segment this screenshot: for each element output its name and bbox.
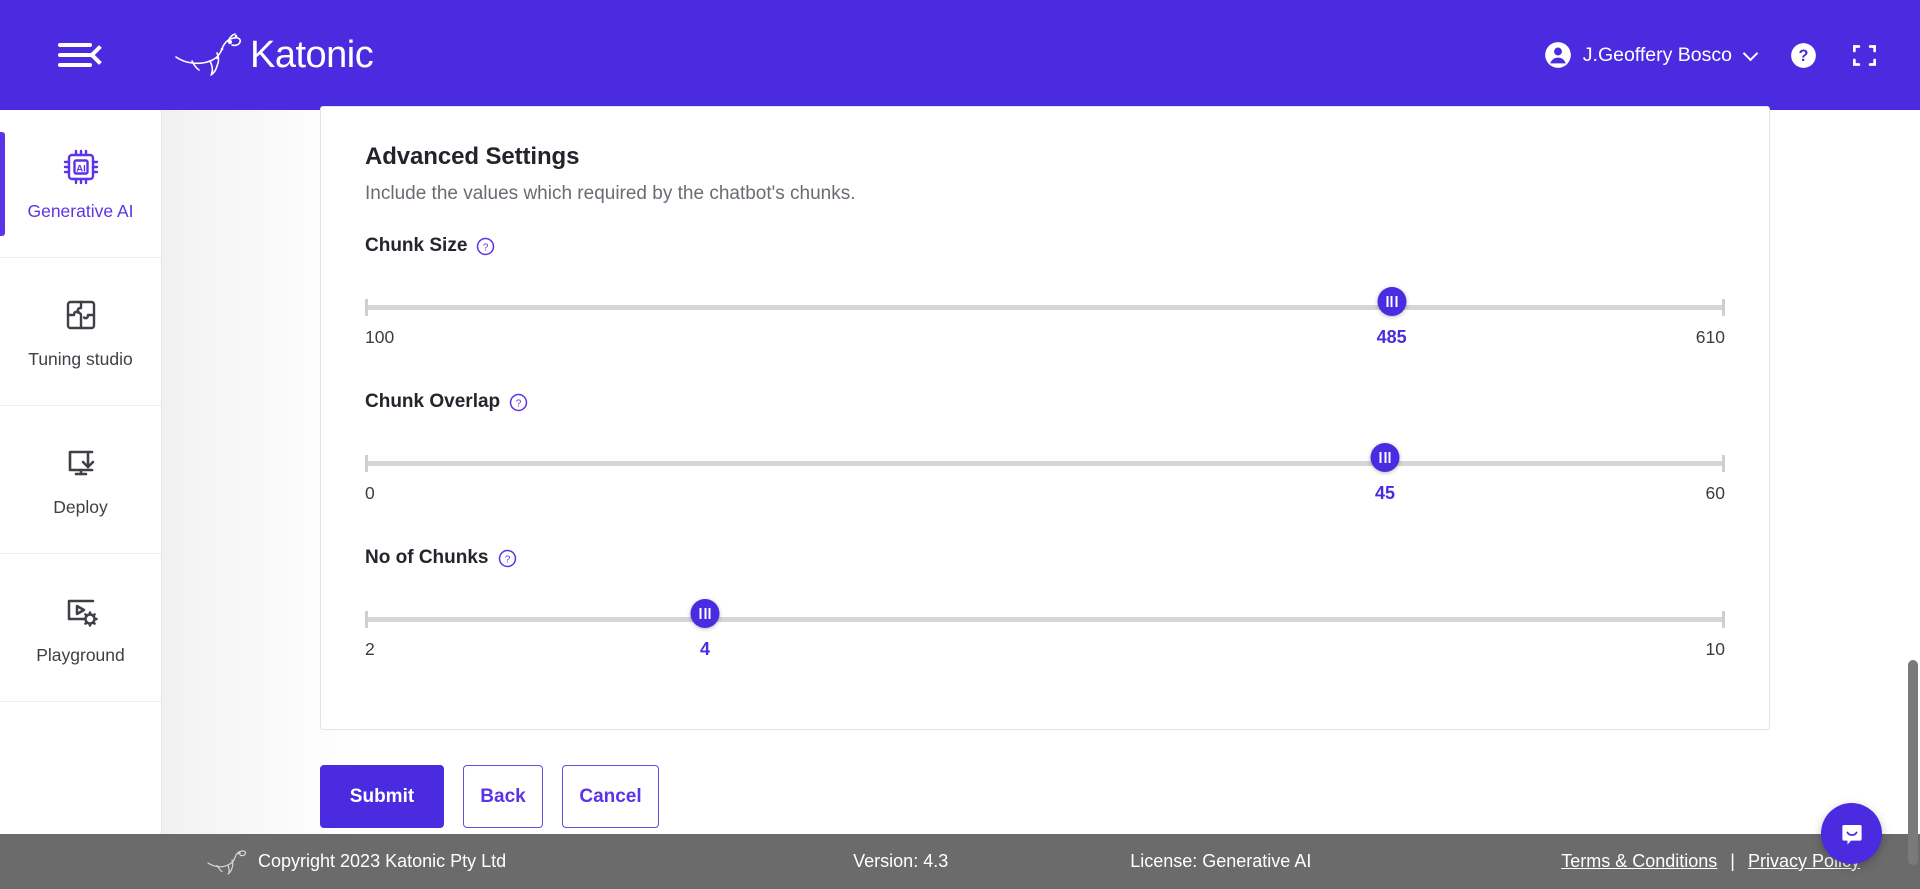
grip-line	[699, 608, 702, 619]
slider-thumb[interactable]	[690, 599, 720, 628]
slider-tick-min	[365, 299, 368, 316]
user-name-label: J.Geoffery Bosco	[1582, 43, 1732, 66]
field-label-row: Chunk Overlap ?	[365, 391, 1725, 413]
brand-logo[interactable]: Katonic	[172, 31, 374, 79]
slider-value-label: 4	[699, 639, 711, 659]
page-scrollbar-thumb[interactable]	[1908, 660, 1918, 865]
grip-line	[708, 608, 711, 619]
footer-copyright: Copyright 2023 Katonic Pty Ltd	[258, 851, 507, 871]
slider-value-label: 485	[1376, 327, 1407, 347]
field-label: No of Chunks	[365, 547, 489, 568]
sidebar-item-deploy[interactable]: Deploy	[0, 406, 161, 554]
help-question-icon[interactable]: ?	[476, 237, 495, 256]
advanced-settings-card: Advanced Settings Include the values whi…	[320, 106, 1770, 730]
sidebar: AI Generative AI Tuning studio Deploy Pl…	[0, 110, 162, 889]
slider-tick-min	[365, 611, 368, 628]
slider-value-label: 45	[1374, 483, 1396, 503]
slider-chunk-overlap[interactable]: 0 60 45	[365, 443, 1725, 517]
menu-collapse-icon[interactable]	[58, 35, 109, 75]
page-subtitle: Include the values which required by the…	[365, 183, 856, 204]
svg-text:AI: AI	[76, 164, 86, 175]
field-chunk-overlap: Chunk Overlap ? 0 60 45	[365, 391, 1725, 517]
video-gear-icon	[67, 599, 98, 627]
kangaroo-logo-icon	[175, 33, 241, 76]
kangaroo-logo-icon	[207, 849, 247, 875]
monitor-download-icon	[68, 450, 94, 476]
chat-bubble-icon	[1841, 824, 1862, 844]
chevron-left-icon	[89, 45, 109, 65]
sidebar-item-label: Playground	[36, 645, 125, 665]
field-label: Chunk Size	[365, 235, 468, 256]
footer-link-separator: |	[1730, 851, 1735, 871]
field-chunk-size: Chunk Size ? 100 610 485	[365, 235, 1725, 361]
grip-line	[1379, 452, 1382, 463]
header-actions: J.Geoffery Bosco ?	[1544, 41, 1878, 69]
slider-min-label: 100	[365, 327, 395, 347]
ai-chip-icon: AI	[63, 149, 98, 185]
svg-text:?: ?	[504, 554, 510, 565]
slider-max-label: 10	[1705, 639, 1725, 659]
sidebar-item-generative-ai[interactable]: AI Generative AI	[0, 110, 161, 258]
active-indicator	[0, 132, 5, 236]
fullscreen-icon[interactable]	[1851, 42, 1878, 69]
grip-line	[1384, 452, 1386, 463]
slider-tick-min	[365, 455, 368, 472]
sidebar-item-label: Tuning studio	[28, 349, 133, 369]
field-label-row: No of Chunks ?	[365, 547, 1725, 569]
hamburger-bar	[58, 43, 92, 47]
slider-min-label: 0	[365, 483, 375, 503]
slider-thumb[interactable]	[1377, 287, 1407, 316]
slider-track[interactable]	[365, 461, 1725, 466]
hamburger-bar	[58, 63, 92, 67]
slider-max-label: 610	[1695, 327, 1725, 347]
back-button[interactable]: Back	[463, 765, 543, 828]
grip-line	[1395, 296, 1398, 307]
sidebar-item-tuning-studio[interactable]: Tuning studio	[0, 258, 161, 406]
sidebar-item-playground[interactable]: Playground	[0, 554, 161, 702]
svg-text:?: ?	[516, 398, 522, 409]
slider-chunk-size[interactable]: 100 610 485	[365, 287, 1725, 361]
footer-links: Terms & Conditions | Privacy Policy	[1561, 851, 1860, 872]
slider-min-label: 2	[365, 639, 375, 659]
field-no-of-chunks: No of Chunks ? 2 10 4	[365, 547, 1725, 673]
field-label: Chunk Overlap	[365, 391, 501, 412]
chat-launcher-button[interactable]	[1821, 803, 1882, 864]
grip-line	[1386, 296, 1389, 307]
hamburger-bar	[58, 53, 92, 57]
help-question-icon[interactable]: ?	[509, 393, 528, 412]
grip-line	[1390, 296, 1393, 307]
main-content: Advanced Settings Include the values whi…	[162, 106, 1908, 889]
terms-and-conditions-link[interactable]: Terms & Conditions	[1561, 851, 1717, 872]
help-question-icon[interactable]: ?	[498, 549, 517, 568]
brand-name: Katonic	[250, 33, 374, 76]
sidebar-item-label: Deploy	[53, 497, 108, 517]
slider-tick-max	[1722, 611, 1725, 628]
user-avatar-icon	[1544, 42, 1571, 68]
footer-version: Version: 4.3	[853, 851, 949, 871]
slider-track[interactable]	[365, 617, 1725, 622]
slider-thumb[interactable]	[1370, 443, 1400, 472]
grip-line	[1388, 452, 1391, 463]
grip-line	[704, 608, 706, 619]
app-header: Katonic J.Geoffery Bosco ?	[0, 0, 1920, 110]
user-menu[interactable]: J.Geoffery Bosco	[1544, 41, 1759, 69]
slider-tick-max	[1722, 455, 1725, 472]
page-title: Advanced Settings	[365, 143, 580, 170]
svg-text:?: ?	[483, 242, 489, 253]
form-actions: Submit Back Cancel	[320, 765, 659, 828]
sidebar-item-label: Generative AI	[27, 201, 134, 221]
chevron-down-icon[interactable]	[1742, 45, 1759, 61]
svg-text:?: ?	[1799, 47, 1809, 65]
cancel-button[interactable]: Cancel	[562, 765, 659, 828]
slider-track[interactable]	[365, 305, 1725, 310]
help-circle-icon[interactable]: ?	[1790, 42, 1817, 69]
footer-license: License: Generative AI	[1130, 851, 1312, 871]
slider-tick-max	[1722, 299, 1725, 316]
slider-no-of-chunks[interactable]: 2 10 4	[365, 599, 1725, 673]
field-label-row: Chunk Size ?	[365, 235, 1725, 257]
puzzle-icon	[66, 300, 95, 330]
slider-max-label: 60	[1705, 483, 1725, 503]
submit-button[interactable]: Submit	[320, 765, 444, 828]
app-footer: Copyright 2023 Katonic Pty Ltd Version: …	[0, 834, 1920, 889]
